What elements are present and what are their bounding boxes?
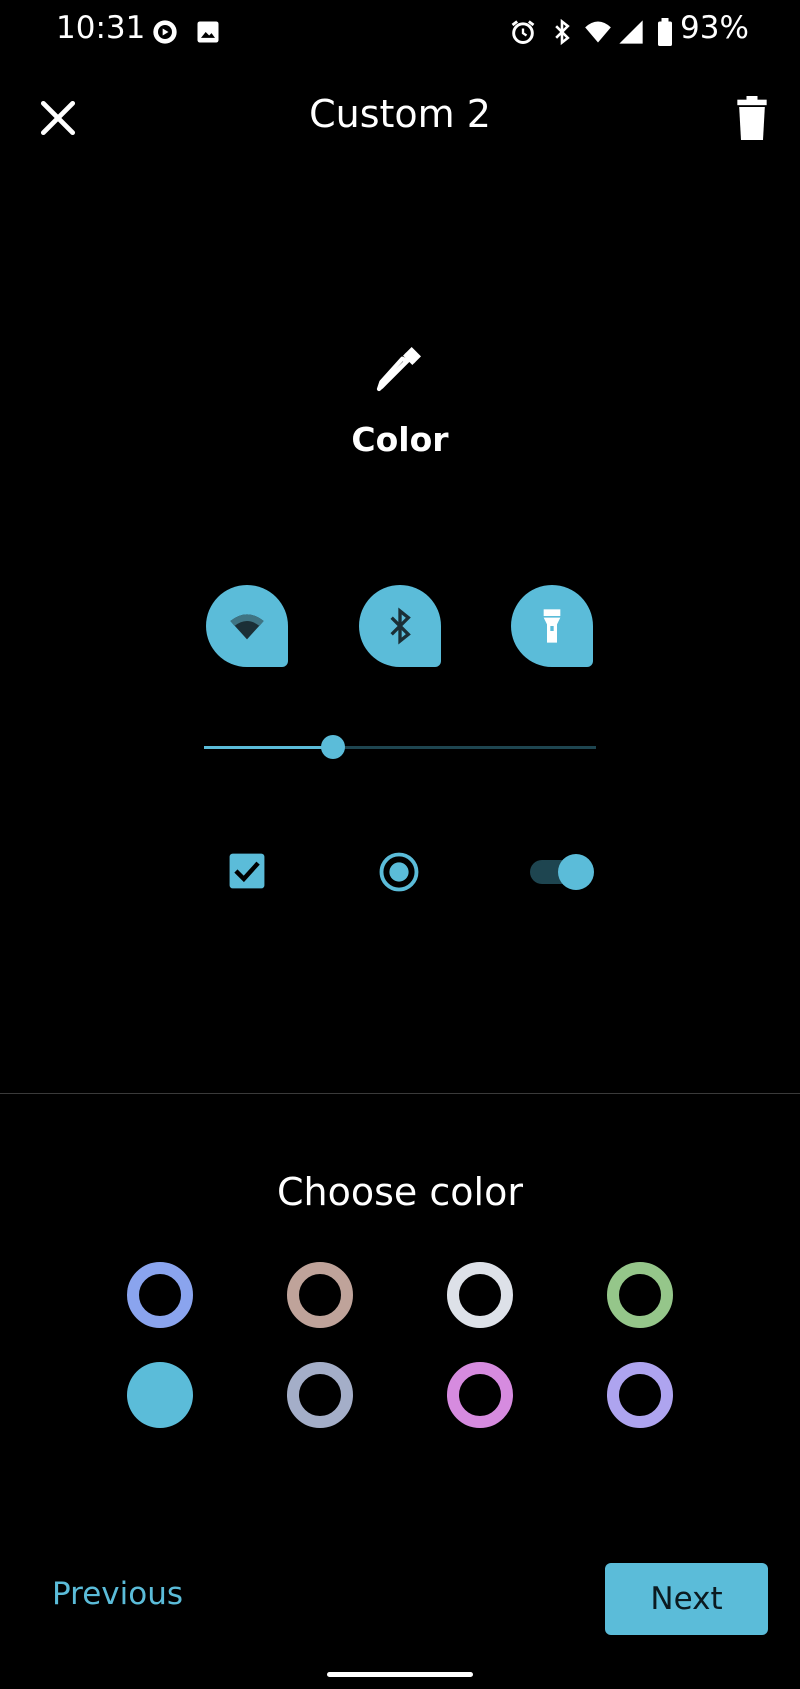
color-swatch[interactable] [127,1262,193,1328]
wifi-icon [230,614,264,640]
color-swatch[interactable] [607,1362,673,1428]
page-title: Custom 2 [309,92,491,136]
color-dropper-icon [376,347,421,392]
wifi-tile [206,585,288,667]
alarm-icon [511,20,535,44]
color-swatch[interactable] [127,1362,193,1428]
color-swatch[interactable] [287,1362,353,1428]
flashlight-icon [543,609,561,643]
battery-percent: 93% [680,10,749,46]
status-time: 10:31 [56,10,146,46]
next-button[interactable]: Next [605,1563,768,1635]
section-label: Color [351,420,449,459]
color-swatch[interactable] [447,1262,513,1328]
flashlight-tile [511,585,593,667]
delete-icon[interactable] [730,94,774,142]
slider-thumb[interactable] [321,735,346,759]
radio-button[interactable] [378,851,420,893]
signal-icon [619,20,643,44]
bluetooth-icon [390,607,411,645]
color-swatch[interactable] [287,1262,353,1328]
slider-track-active [204,746,334,749]
checkbox[interactable] [228,852,266,890]
bluetooth-tile [359,585,441,667]
brightness-slider[interactable] [204,735,596,759]
home-indicator[interactable] [327,1672,473,1677]
previous-button[interactable]: Previous [52,1576,183,1612]
divider [0,1093,800,1094]
wifi-icon [585,21,611,43]
bluetooth-icon [555,18,570,46]
image-icon [197,21,219,43]
choose-color-title: Choose color [277,1170,523,1214]
status-bar: 10:31 93% [0,0,800,64]
play-circle-icon [153,20,177,44]
toggle-switch[interactable] [528,852,596,892]
color-swatch[interactable] [447,1362,513,1428]
battery-icon [658,18,672,46]
color-swatch[interactable] [607,1262,673,1328]
